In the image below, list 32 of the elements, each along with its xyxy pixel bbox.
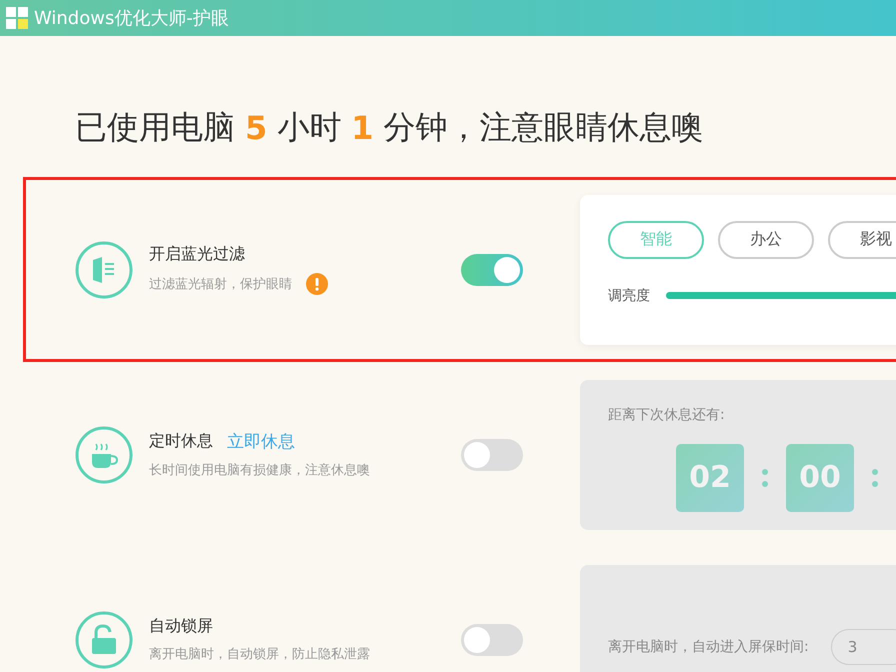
feature-title: 自动锁屏 [149, 616, 213, 637]
headline-text: 已使用电脑 [75, 107, 235, 148]
minutes-count: 1 [351, 109, 374, 147]
toggle-switch[interactable] [461, 438, 523, 470]
padlock-icon [75, 610, 133, 668]
feature-description: 离开电脑时，自动锁屏，防止隐私泄露 [149, 646, 370, 663]
countdown-caption: 距离下次休息还有: [608, 406, 726, 424]
hours-digits: 02 [676, 444, 744, 512]
toggle-switch[interactable] [461, 624, 523, 656]
feature-title: 定时休息 [149, 431, 213, 452]
lamp-icon [75, 240, 133, 298]
colon-icon [872, 468, 878, 486]
headline-text: 分钟，注意眼睛休息噢 [384, 107, 704, 148]
minutes-digits: 00 [786, 444, 854, 512]
window-title: Windows优化大师-护眼 [34, 7, 229, 30]
mode-button[interactable]: 智能 [608, 220, 704, 258]
brightness-slider[interactable] [666, 292, 896, 299]
feature-description: 过滤蓝光辐射，保护眼睛 [149, 276, 292, 293]
colon-icon [762, 468, 768, 486]
screensaver-caption: 离开电脑时，自动进入屏保时间: [608, 638, 809, 656]
coffee-cup-icon [75, 426, 133, 484]
feature-title: 开启蓝光过滤 [149, 244, 245, 265]
screensaver-time-dropdown[interactable]: 3 [830, 628, 896, 664]
windows-logo-icon [6, 7, 28, 29]
toggle-switch[interactable] [461, 254, 523, 286]
mode-button[interactable]: 办公 [718, 220, 814, 258]
hours-unit: 小时 [277, 107, 342, 148]
feature-description: 长时间使用电脑有损健康，注意休息噢 [149, 462, 370, 479]
hours-count: 5 [245, 109, 268, 147]
mode-button[interactable]: 影视 [828, 220, 896, 258]
rest-now-link[interactable]: 立即休息 [227, 430, 295, 453]
brightness-label: 调亮度 [608, 286, 650, 304]
